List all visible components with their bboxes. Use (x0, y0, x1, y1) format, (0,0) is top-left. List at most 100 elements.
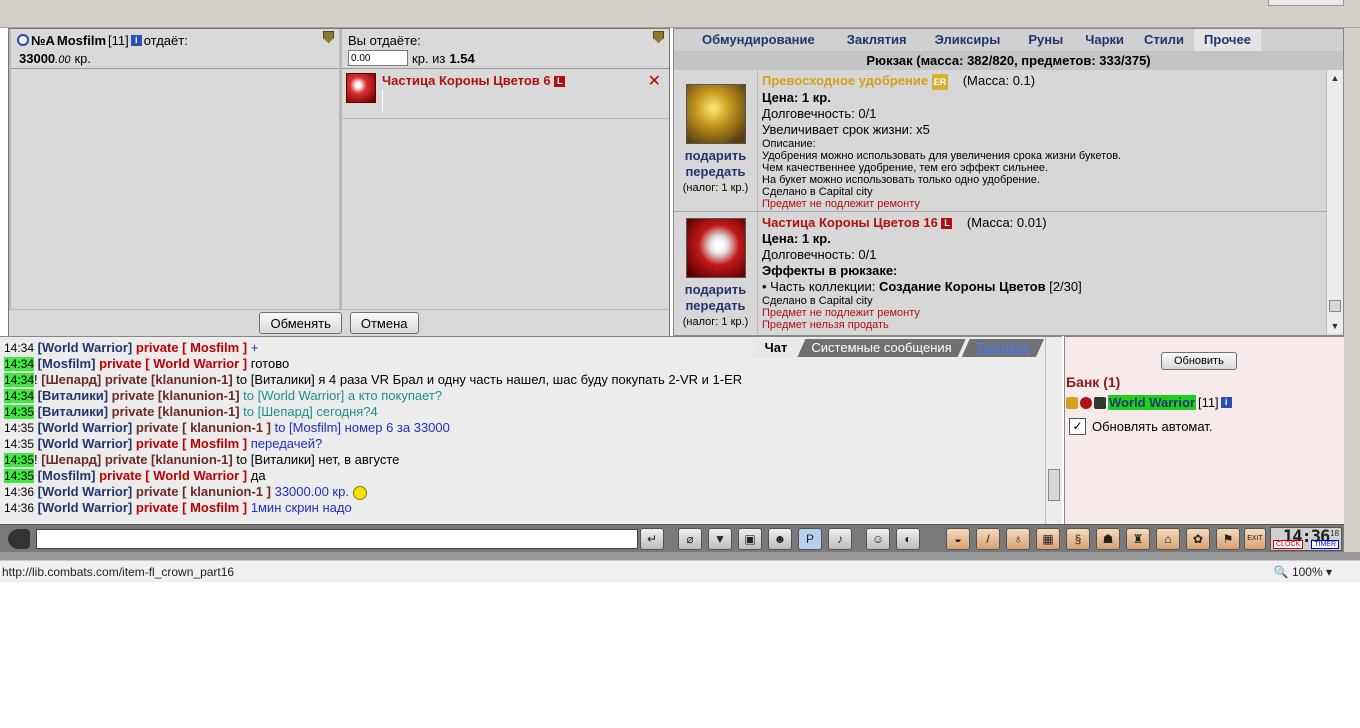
exchange-button[interactable]: Обменять (259, 312, 342, 334)
partner-currency: кр. (74, 50, 91, 66)
tab-charms[interactable]: Чарки (1075, 29, 1134, 51)
smiley-icon (352, 485, 367, 500)
armor-icon[interactable]: ♜ (1126, 528, 1150, 550)
bottom-toolbar: ↵ ⌀ ▼ ▣ ☻ P ♪ ☺ ◐ ◒ / ♁ ▦ § ☗ ♜ ⌂ ✿ ⚑ EX… (0, 524, 1344, 552)
tab-styles[interactable]: Стили (1134, 29, 1194, 51)
item-made: Сделано в Capital city (762, 295, 873, 307)
status-bar: http://lib.combats.com/item-fl_crown_par… (0, 560, 1360, 582)
chest-icon[interactable]: ▦ (1036, 528, 1060, 550)
chat-line: 14:34 [Mosfilm] private [ World Warrior … (4, 356, 290, 371)
private-icon[interactable]: P (798, 528, 822, 550)
chat-line: 14:35 [World Warrior] private [ Mosfilm … (4, 436, 323, 451)
fertilizer-icon[interactable] (685, 84, 746, 144)
chat-line: 14:36 [World Warrior] private [ klanunio… (4, 484, 1044, 500)
tab-elixirs[interactable]: Эликсиры (921, 29, 1015, 51)
send-icon[interactable]: ↵ (640, 528, 664, 550)
sound-icon[interactable]: ♪ (828, 528, 852, 550)
item-name[interactable]: Превосходное удобрение (762, 73, 928, 88)
cancel-button[interactable]: Отмена (349, 312, 419, 334)
tab-system-messages[interactable]: Системные сообщения (797, 339, 965, 357)
item-price: Цена: 1 кр. (762, 231, 831, 246)
status-url: http://lib.combats.com/item-fl_crown_par… (2, 565, 235, 579)
tab-spells[interactable]: Заклятия (825, 29, 921, 51)
scroll-icon[interactable]: § (1066, 528, 1090, 550)
flower-icon[interactable]: ✿ (1186, 528, 1210, 550)
scroll-thumb[interactable] (1048, 469, 1060, 501)
chat-input[interactable] (36, 529, 638, 549)
clock-seconds: 18 (1330, 529, 1339, 538)
remove-item-icon[interactable]: ✕ (648, 71, 661, 91)
mask-icon[interactable]: ☗ (1096, 528, 1120, 550)
clan-emblem-icon (17, 34, 29, 46)
item-desc-line: Удобрения можно использовать для увеличе… (762, 150, 1122, 162)
tab-equipment[interactable]: Обмундирование (674, 29, 825, 51)
scroll-thumb[interactable] (1329, 300, 1341, 312)
timer-button[interactable]: TIMER (1311, 540, 1339, 549)
partner-clan: №A (31, 32, 55, 48)
offered-item-name[interactable]: Частица Короны Цветов 6 (382, 73, 551, 88)
clock-button[interactable]: CLOCK (1273, 540, 1304, 549)
inventory-scrollbar[interactable]: ▲ ▼ (1326, 70, 1343, 334)
crown-part-icon[interactable] (346, 73, 376, 103)
scroll-up-icon[interactable]: ▲ (1327, 70, 1343, 86)
tab-runes[interactable]: Руны (1014, 29, 1075, 51)
gift-link[interactable]: подарить (674, 282, 757, 298)
chat-line: 14:35 [World Warrior] private [ klanunio… (4, 420, 450, 435)
sword-icon[interactable]: / (976, 528, 1000, 550)
room-title: Банк (1) (1066, 374, 1121, 390)
zoom-level[interactable]: 🔍 100% ▾ (1274, 561, 1332, 583)
offered-item: Частица Короны Цветов 6 L ✕ (342, 69, 669, 119)
top-button[interactable] (1268, 0, 1344, 6)
online-user-name[interactable]: World Warrior (1108, 395, 1196, 410)
item-note: Предмет не подлежит ремонту (762, 198, 920, 210)
item-note: Предмет не подлежит ремонту (762, 307, 920, 319)
tab-other[interactable]: Прочее (1194, 29, 1261, 51)
my-amount-input[interactable] (348, 50, 408, 66)
item-name[interactable]: Частица Короны Цветов 16 (762, 215, 938, 230)
item-desc-line: Чем качественнее удобрение, тем его эффе… (762, 162, 1049, 174)
info-icon[interactable]: i (1220, 397, 1232, 408)
clan-icon (1080, 396, 1092, 409)
item-badge: L (554, 76, 566, 88)
partner-level: [11] (108, 32, 129, 48)
filter-icon[interactable]: ▼ (708, 528, 732, 550)
align-icon (1094, 396, 1106, 409)
trade-panel: №A Mosfilm [11] i отдаёт: 33000.00 кр. Вы… (8, 28, 670, 336)
gift-link[interactable]: подарить (674, 148, 757, 164)
flag-icon[interactable]: ⚑ (1216, 528, 1240, 550)
item-durability: Долговечность: 0/1 (762, 247, 877, 262)
bottle-icon[interactable]: ♁ (1006, 528, 1030, 550)
inventory-panel: Обмундирование Заклятия Эликсиры Руны Ча… (673, 28, 1344, 336)
lock-icon[interactable]: ◒ (946, 528, 970, 550)
scroll-down-icon[interactable]: ▼ (1327, 318, 1343, 334)
chat-scrollbar[interactable] (1045, 337, 1062, 525)
tax-label: (налог: 1 кр.) (682, 316, 749, 328)
chat-line: 14:35 [Виталики] private [klanunion-1] t… (4, 404, 378, 419)
character-icon[interactable]: ☻ (768, 528, 792, 550)
item-desc-title: Описание: (762, 138, 816, 150)
smiley-icon[interactable]: ☺ (866, 528, 890, 550)
chat-line: 14:36 [World Warrior] private [ Mosfilm … (4, 500, 352, 515)
auto-refresh-checkbox[interactable]: ✓ (1069, 418, 1086, 435)
helmet-icon[interactable]: ◐ (896, 528, 920, 550)
refresh-button[interactable]: Обновить (1161, 352, 1237, 370)
rank-icon (1066, 396, 1078, 409)
tab-chat[interactable]: Чат (751, 339, 802, 357)
partner-offer-column: №A Mosfilm [11] i отдаёт: 33000.00 кр. (11, 29, 339, 309)
transfer-link[interactable]: передать (674, 164, 757, 180)
save-icon[interactable]: ▣ (738, 528, 762, 550)
exit-icon[interactable]: EXIT (1244, 528, 1266, 550)
my-offer-header: Вы отдаёте: кр. из 1.54 (342, 29, 669, 69)
info-icon[interactable]: i (130, 34, 142, 46)
eraser-icon[interactable]: ⌀ (678, 528, 702, 550)
partner-name[interactable]: Mosfilm (57, 33, 106, 48)
chat-tabs: Чат Системные сообщения Торговля (755, 339, 1044, 357)
online-panel: Обновить Банк (1) World Warrior [11] i ✓… (1064, 336, 1344, 524)
transfer-link[interactable]: передать (674, 298, 757, 314)
tab-trade[interactable]: Торговля (962, 339, 1044, 357)
window-scrollbar[interactable] (1344, 28, 1360, 552)
speaker-icon[interactable] (8, 529, 30, 549)
house-icon[interactable]: ⌂ (1156, 528, 1180, 550)
crown-part-icon[interactable] (685, 218, 746, 278)
clock: 14:36 18 CLOCK TIMER (1270, 527, 1342, 551)
